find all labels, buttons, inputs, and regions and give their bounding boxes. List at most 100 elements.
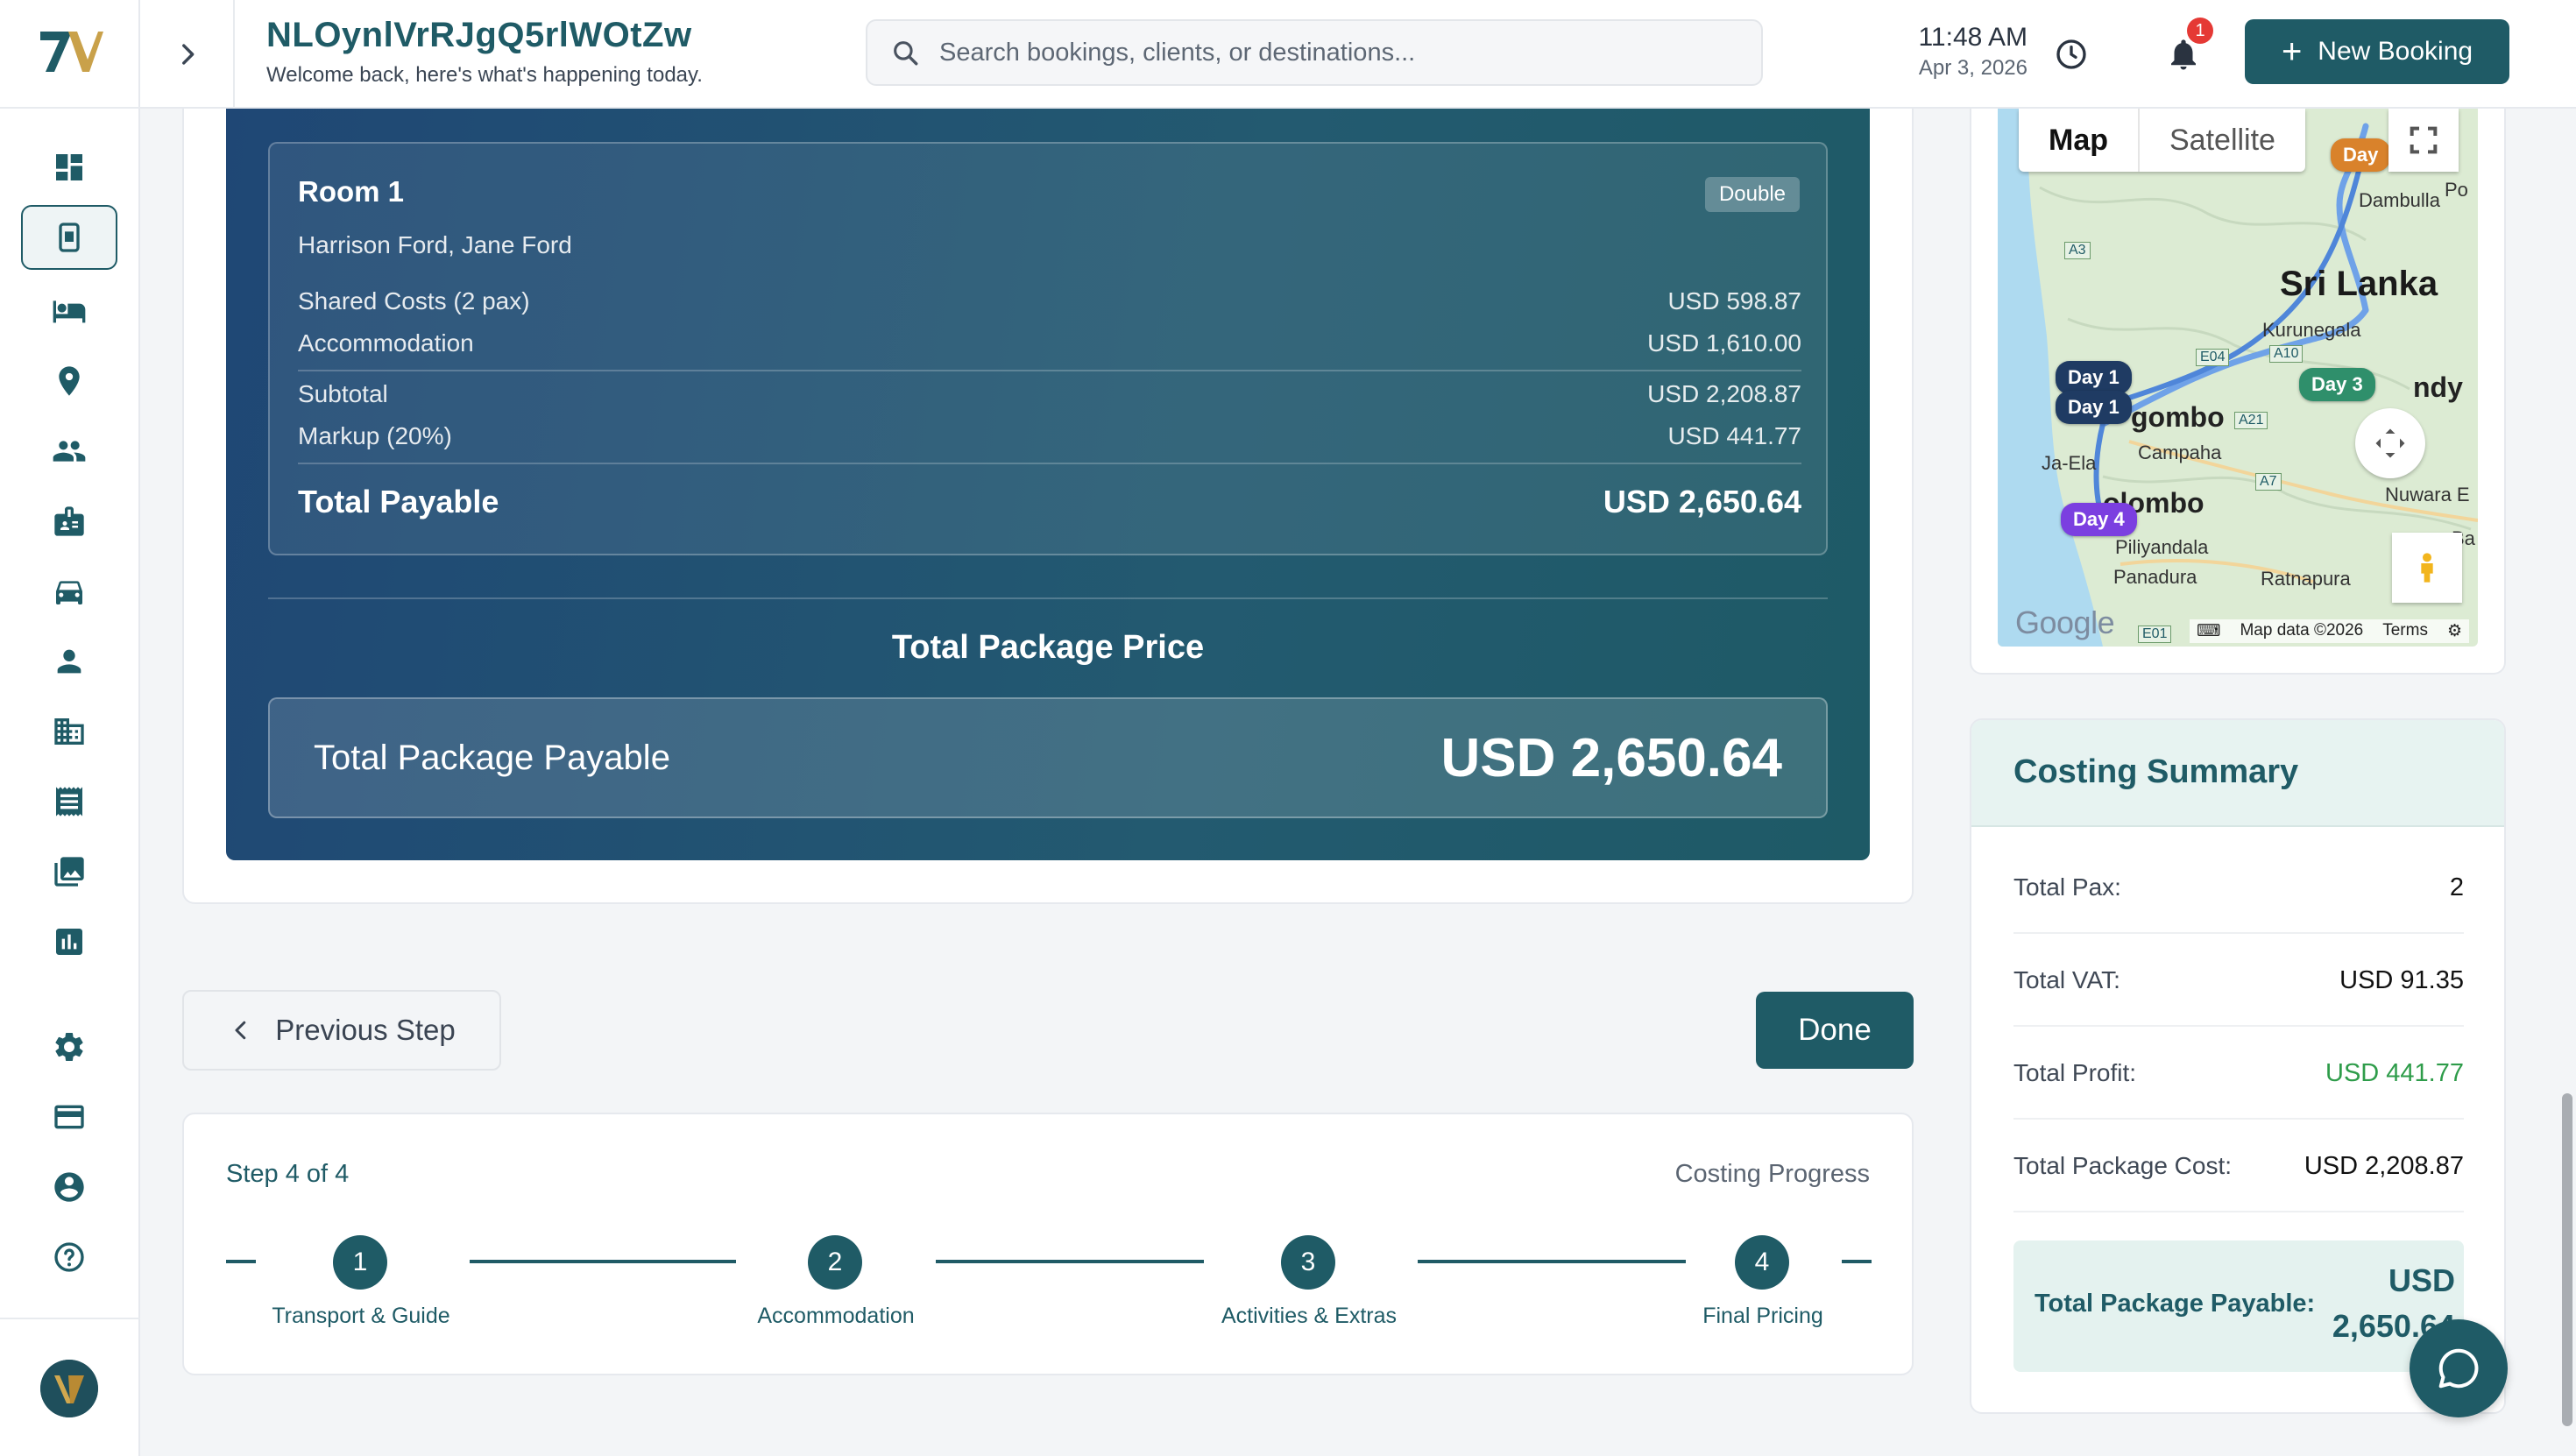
step-4-circle[interactable]: 4 [1735,1235,1789,1290]
new-booking-label: New Booking [2318,37,2473,66]
map-label: gombo [2131,401,2225,433]
map-tab-map[interactable]: Map [2019,109,2140,172]
shared-costs-row: Shared Costs (2 pax) USD 598.87 [298,287,1801,315]
room-divider [298,463,1801,464]
sidebar-item-hotels[interactable] [21,279,117,343]
subtotal-label: Subtotal [298,380,388,407]
day-marker[interactable]: Day 1 [2056,391,2132,424]
sidebar [0,0,140,1456]
accommodation-label: Accommodation [298,329,474,357]
road-shield: A3 [2064,242,2091,259]
map-tab-satellite[interactable]: Satellite [2140,109,2305,172]
car-icon [56,581,82,604]
bed-icon [53,300,86,323]
summary-total-box: Total Package Payable: USD 2,650.64 [2013,1240,2464,1372]
map-label: Dambulla [2359,189,2440,211]
summary-total-label: Total Package Payable: [2035,1290,2316,1318]
search-input[interactable] [939,38,1710,67]
map-settings-icon[interactable]: ⚙ [2447,621,2462,641]
day-marker[interactable]: Day 1 [2056,361,2132,394]
sidebar-item-settings[interactable] [21,1014,117,1079]
sidebar-item-help[interactable] [21,1225,117,1290]
markup-row: Markup (20%) USD 441.77 [298,422,1801,450]
expand-sidebar-button[interactable] [166,33,209,75]
notification-badge: 1 [2187,18,2213,44]
location-pin-icon [59,366,80,396]
current-time: 11:48 AM [1918,23,2028,52]
settings-icon [55,1033,83,1061]
sidebar-item-clients[interactable] [21,419,117,484]
map-label: ndy [2413,371,2463,403]
header-divider [233,0,235,109]
street-view-button[interactable] [2392,533,2462,603]
step-3-label: Activities & Extras [1221,1304,1398,1328]
total-payable-row: Total Payable USD 2,650.64 [298,484,1801,520]
history-button[interactable] [2049,32,2094,77]
keyboard-icon[interactable]: ⌨ [2197,621,2220,641]
map-pan-control[interactable] [2355,408,2425,478]
brand-logo[interactable] [37,26,103,77]
step-counter: Step 4 of 4 [226,1160,350,1188]
sidebar-item-suppliers[interactable] [21,699,117,764]
search-icon [894,41,918,66]
subtotal-row: Subtotal USD 2,208.87 [298,380,1801,408]
map-label: Kurunegala [2262,319,2361,341]
room-guests: Harrison Ford, Jane Ford [298,231,572,258]
road-shield: E04 [2196,349,2230,366]
sidebar-item-transport[interactable] [21,559,117,624]
costing-progress-label: Costing Progress [1674,1160,1870,1188]
chevron-right-icon [182,44,195,65]
top-header: NLOynlVrRJgQ5rlWOtZw Welcome back, here'… [140,0,2576,109]
person-icon [57,649,81,674]
sidebar-item-destinations[interactable] [21,349,117,413]
avatar[interactable] [40,1360,98,1417]
pegman-icon [2421,553,2433,583]
summary-label: Total Profit: [2013,1059,2137,1086]
map-data-text: Map data ©2026 [2240,621,2364,640]
map-label: Panadura [2113,566,2197,588]
map-terms-link[interactable]: Terms [2382,621,2428,641]
sidebar-item-invoices[interactable] [21,769,117,834]
credit-card-icon [54,1105,84,1129]
previous-step-button[interactable]: Previous Step [182,990,501,1071]
google-logo: Google [2015,604,2115,640]
current-date: Apr 3, 2026 [1918,56,2028,80]
fullscreen-icon [2410,126,2438,154]
pan-arrows-icon [2375,428,2405,458]
step-1-circle[interactable]: 1 [333,1235,387,1290]
day-marker[interactable]: Day [2331,138,2391,172]
sidebar-item-account[interactable] [21,1155,117,1219]
sidebar-item-users[interactable] [21,629,117,694]
sidebar-item-bookings[interactable] [21,205,117,270]
new-booking-button[interactable]: + New Booking [2245,19,2509,84]
sidebar-divider [0,107,140,109]
summary-label: Total Pax: [2013,873,2121,901]
account-circle-icon [54,1172,84,1202]
total-payable-label: Total Payable [298,484,499,519]
step-connector [226,1260,256,1263]
summary-row-package-cost: Total Package Cost: USD 2,208.87 [2013,1121,2464,1212]
plus-icon: + [2281,32,2303,71]
day-marker[interactable]: Day 3 [2299,368,2375,401]
fullscreen-button[interactable] [2388,109,2459,172]
chat-button[interactable] [2410,1319,2508,1417]
step-1-label: Transport & Guide [272,1304,450,1328]
map-label: Ja-Ela [2042,452,2097,474]
sidebar-item-billing[interactable] [21,1085,117,1149]
sidebar-item-reports[interactable] [21,909,117,974]
sidebar-item-gallery[interactable] [21,839,117,904]
package-payable-value: USD 2,650.64 [1440,727,1782,788]
step-2-circle[interactable]: 2 [808,1235,862,1290]
day-marker[interactable]: Day 4 [2061,503,2137,536]
map-label: Piliyandala [2115,536,2209,558]
sidebar-item-guides[interactable] [21,489,117,554]
route-map[interactable]: Dambulla Po Sri Lanka Kurunegala gombo n… [1998,109,2478,647]
step-3-circle[interactable]: 3 [1281,1235,1335,1290]
page-scrollbar[interactable] [2562,1093,2572,1426]
road-shield: A10 [2269,345,2304,363]
costing-summary-header: Costing Summary [1971,720,2504,827]
receipt-icon [56,787,82,816]
sidebar-item-dashboard[interactable] [21,135,117,200]
search-bar[interactable] [866,19,1763,86]
done-button[interactable]: Done [1756,992,1914,1069]
